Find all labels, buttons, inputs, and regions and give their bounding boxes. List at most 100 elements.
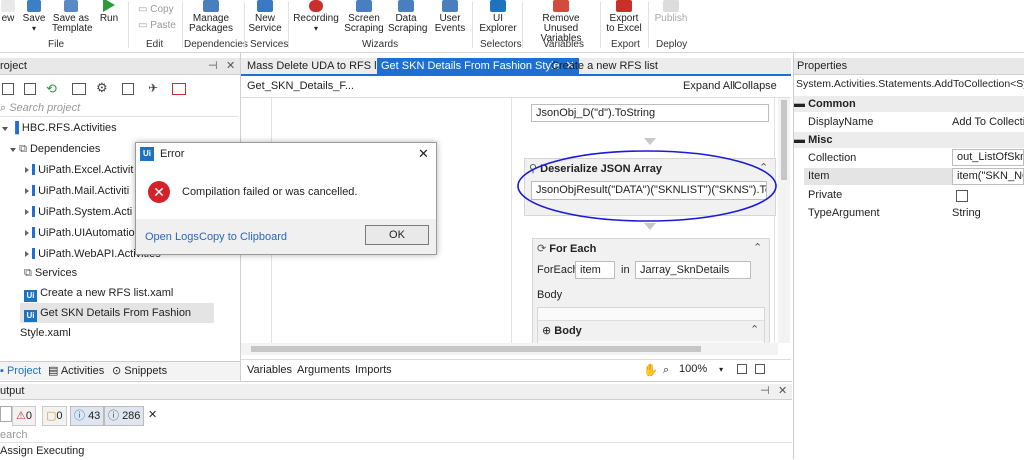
pin-icon[interactable]: ⊣ [760, 384, 770, 399]
trace-count: 286 [122, 410, 141, 422]
open-logs-link[interactable]: Open Logs [145, 231, 199, 243]
save-as-template-button[interactable]: Save as Template [52, 0, 93, 34]
group-selectors: Selectors [480, 39, 522, 50]
publish-icon [663, 0, 679, 12]
ui-explorer-button[interactable]: UI Explorer [478, 0, 518, 34]
item-field[interactable]: item("SKN_NO"). [952, 168, 1024, 185]
collapse-icon[interactable] [24, 83, 36, 95]
foreach-collection-field[interactable]: Jarray_SknDetails [635, 261, 751, 279]
tab-mass-delete[interactable]: Mass Delete UDA to RFS list [243, 58, 392, 74]
chevron-down-icon [10, 148, 16, 152]
for-each-activity[interactable]: ⟳ For Each ⌃ ForEach item in Jarray_SknD… [532, 238, 770, 343]
properties-title: Properties [797, 60, 848, 72]
tab-project[interactable]: ▪ Project [0, 362, 41, 380]
collapse-icon[interactable]: ⌃ [753, 241, 762, 254]
overview-icon[interactable] [755, 364, 765, 374]
publish-button[interactable]: Publish [652, 0, 690, 24]
clear-output-icon[interactable] [0, 406, 12, 422]
errors-filter[interactable]: ⚠0 [12, 406, 36, 426]
run-button[interactable]: Run [96, 0, 122, 24]
close-icon[interactable]: ✕ [778, 384, 787, 399]
info-filter[interactable]: ⓘ 43 [70, 406, 105, 426]
tab-arguments[interactable]: Arguments [297, 360, 350, 380]
tab-snippets[interactable]: ⊙ Snippets [112, 362, 167, 380]
recording-button[interactable]: Recording ▾ [292, 0, 340, 34]
info-icon: ⓘ [74, 410, 85, 422]
tree-item-file-selected[interactable]: Ui Get SKN Details From Fashion Style.xa… [20, 303, 214, 339]
data-scraping-button[interactable]: Data Scraping [388, 0, 427, 34]
scrollbar-thumb[interactable] [781, 100, 787, 180]
trace-filter[interactable]: ⓘ 286 [104, 406, 145, 426]
pin-icon[interactable]: ⊣ [208, 58, 218, 74]
tab-project-label: Project [6, 365, 42, 377]
refresh-icon[interactable]: ⟲ [46, 81, 57, 97]
collapse-icon: ▬ [794, 98, 809, 110]
sequence-icon: ⊕ [542, 325, 555, 337]
foreach-item-field[interactable]: item [575, 261, 615, 279]
tree-item-dependency[interactable]: UiPath.System.Acti [25, 206, 132, 218]
private-checkbox[interactable] [956, 190, 968, 202]
remove-icon[interactable] [172, 83, 186, 95]
type-argument-select[interactable]: String [952, 205, 1024, 222]
search-input[interactable]: Search project [9, 102, 80, 114]
tab-variables[interactable]: Variables [247, 360, 292, 380]
pin-project-icon[interactable]: ✈ [148, 81, 158, 95]
project-tab-icon: ▪ [0, 365, 7, 377]
files-icon[interactable] [72, 83, 86, 95]
open-folder-icon[interactable] [122, 83, 134, 95]
scrollbar-thumb[interactable] [251, 346, 701, 352]
export-to-excel-button[interactable]: Export to Excel [604, 0, 644, 34]
remove-unused-variables-button[interactable]: Remove Unused Variables [526, 0, 596, 44]
search-icon[interactable]: ⌕ [663, 360, 669, 380]
warnings-filter[interactable]: ▢0 [42, 406, 67, 426]
paste-button[interactable]: ▭ Paste [138, 20, 176, 31]
tree-item-dependency[interactable]: UiPath.Mail.Activiti [25, 185, 129, 197]
private-label: Private [808, 189, 843, 201]
hand-icon[interactable]: ✋ [643, 360, 658, 380]
expand-all-button[interactable]: Expand All [683, 76, 735, 97]
publish-label: Publish [654, 13, 688, 24]
vertical-scrollbar[interactable] [778, 98, 790, 343]
tab-create-rfs[interactable]: Create a new RFS list [547, 58, 662, 74]
manage-packages-button[interactable]: Manage Packages [188, 0, 234, 34]
close-icon[interactable]: ✕ [418, 143, 429, 165]
clear-filter-icon[interactable]: ✕ [148, 406, 157, 424]
fit-screen-icon[interactable] [737, 364, 747, 374]
ui-explorer-label: UI Explorer [479, 13, 517, 34]
foreach-icon: ⟳ [537, 243, 550, 255]
collapse-icon[interactable]: ⌃ [750, 323, 759, 336]
zoom-select[interactable]: 100% ▾ [679, 362, 729, 377]
save-button[interactable]: Save ▾ [20, 0, 48, 34]
copy-button[interactable]: ▭ Copy [138, 4, 174, 15]
ribbon-separator [182, 2, 183, 48]
new-button[interactable]: ew [0, 0, 16, 24]
user-events-button[interactable]: User Events [430, 0, 470, 34]
new-service-button[interactable]: New Service [246, 0, 284, 34]
tree-item-dependencies[interactable]: ⧉ Dependencies [10, 143, 100, 156]
tree-item-dependency[interactable]: UiPath.UIAutomatio [25, 227, 135, 239]
display-name-field[interactable]: Add To Collection [952, 114, 1024, 130]
tree-item-file[interactable]: Ui Create a new RFS list.xaml [24, 287, 173, 302]
project-search[interactable]: ⌕ Search project [0, 100, 238, 117]
screen-scraping-button[interactable]: Screen Scraping [344, 0, 384, 34]
horizontal-scrollbar[interactable] [241, 343, 778, 355]
tree-item-dependency[interactable]: UiPath.Excel.Activit [25, 164, 133, 176]
deserialize-json-input-field[interactable]: JsonObj_D("d").ToString [531, 104, 769, 122]
collection-field[interactable]: out_ListOfSkn [952, 149, 1024, 166]
expand-icon[interactable] [2, 83, 14, 95]
dependency-label: UiPath.System.Acti [38, 206, 133, 218]
tree-item-services[interactable]: ⧉ Services [24, 267, 77, 280]
copy-to-clipboard-link[interactable]: Copy to Clipboard [199, 231, 287, 243]
breadcrumb[interactable]: Get_SKN_Details_F... [247, 76, 354, 97]
gear-icon[interactable]: ⚙ [96, 80, 108, 96]
tab-activities[interactable]: ▤ Activities [48, 362, 104, 380]
category-misc[interactable]: ▬ Misc [794, 132, 1024, 148]
close-icon[interactable]: ✕ [226, 58, 235, 74]
tree-root[interactable]: ▐ HBC.RFS.Activities [2, 122, 117, 134]
output-search-input[interactable]: earch [0, 428, 792, 443]
tab-imports[interactable]: Imports [355, 360, 392, 380]
body-sequence[interactable]: ⊕ Body ⌃ [538, 320, 764, 341]
dialog-title-bar: Ui Error ✕ [136, 143, 436, 165]
ok-button[interactable]: OK [365, 225, 429, 245]
category-common[interactable]: ▬ Common [794, 96, 1024, 112]
